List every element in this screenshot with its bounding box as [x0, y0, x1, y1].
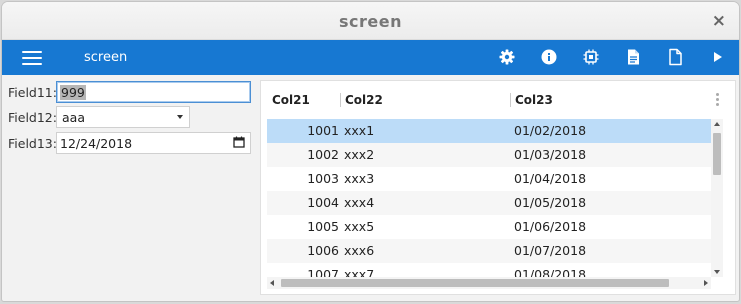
field12-row: Field12: aaa — [8, 106, 190, 128]
table-row[interactable]: 1004 xxx4 01/05/2018 — [267, 191, 711, 215]
table-row[interactable]: 1005 xxx5 01/06/2018 — [267, 215, 711, 239]
field11-row: Field11: 999 — [8, 81, 251, 103]
table-row[interactable]: 1006 xxx6 01/07/2018 — [267, 239, 711, 263]
cell-col21: 1007 — [307, 267, 339, 277]
close-icon[interactable]: × — [712, 11, 726, 31]
cell-col21: 1002 — [307, 147, 339, 162]
field13-value: 12/24/2018 — [60, 135, 133, 151]
field13-label: Field13: — [8, 135, 57, 151]
grid-rows: 1001 xxx1 01/02/2018 1002 xxx2 01/03/201… — [267, 119, 711, 277]
grid-header: Col21 Col22 Col23 — [261, 81, 735, 119]
cell-col22: xxx5 — [344, 219, 375, 234]
field13-date-input[interactable]: 12/24/2018 — [56, 132, 251, 154]
cell-col22: xxx2 — [344, 147, 375, 162]
calendar-icon[interactable] — [233, 136, 245, 151]
window-title: screen — [339, 12, 402, 31]
field11-label: Field11: — [8, 84, 57, 100]
cell-col21: 1004 — [307, 195, 339, 210]
cell-col21: 1005 — [307, 219, 339, 234]
column-header-col23[interactable]: Col23 — [511, 81, 691, 119]
form-panel: Field11: 999 Field12: aaa Field13: 12/24… — [2, 75, 258, 301]
scroll-up-icon[interactable] — [714, 122, 720, 126]
cell-col23: 01/08/2018 — [514, 267, 587, 277]
cell-col22: xxx3 — [344, 171, 375, 186]
cell-col22: xxx4 — [344, 195, 375, 210]
cell-col21: 1006 — [307, 243, 339, 258]
column-menu-icon[interactable] — [716, 93, 719, 108]
settings-icon[interactable] — [498, 48, 516, 66]
field11-input[interactable]: 999 — [56, 81, 251, 103]
toolbar: screen — [2, 40, 739, 75]
horizontal-scrollbar[interactable] — [267, 277, 711, 289]
document-text-icon[interactable] — [624, 48, 642, 66]
table-row[interactable]: 1002 xxx2 01/03/2018 — [267, 143, 711, 167]
scroll-right-icon[interactable] — [704, 280, 708, 286]
document-icon[interactable] — [666, 48, 684, 66]
chip-icon[interactable] — [582, 48, 600, 66]
scroll-left-icon[interactable] — [270, 280, 274, 286]
cell-col22: xxx6 — [344, 243, 375, 258]
cell-col22: xxx1 — [344, 123, 375, 138]
vertical-scroll-thumb[interactable] — [713, 133, 721, 175]
column-header-col22[interactable]: Col22 — [341, 81, 509, 119]
app-window: screen × screen Field11: 999 Field12: aa… — [1, 1, 740, 302]
play-icon[interactable] — [709, 48, 727, 66]
menu-icon[interactable] — [22, 51, 42, 65]
cell-col23: 01/05/2018 — [514, 195, 587, 210]
vertical-scrollbar[interactable] — [711, 119, 723, 277]
cell-col23: 01/04/2018 — [514, 171, 587, 186]
info-icon[interactable] — [540, 48, 558, 66]
field11-value: 999 — [60, 84, 86, 100]
field12-label: Field12: — [8, 109, 57, 125]
cell-col23: 01/07/2018 — [514, 243, 587, 258]
cell-col22: xxx7 — [344, 267, 375, 277]
title-bar: screen × — [2, 2, 739, 40]
cell-col23: 01/06/2018 — [514, 219, 587, 234]
table-row[interactable]: 1003 xxx3 01/04/2018 — [267, 167, 711, 191]
table-row[interactable]: 1001 xxx1 01/02/2018 — [267, 119, 711, 143]
cell-col23: 01/03/2018 — [514, 147, 587, 162]
cell-col21: 1003 — [307, 171, 339, 186]
content-area: Field11: 999 Field12: aaa Field13: 12/24… — [2, 75, 739, 301]
caret-down-icon — [177, 115, 183, 119]
field12-select[interactable]: aaa — [56, 106, 190, 128]
cell-col23: 01/02/2018 — [514, 123, 587, 138]
toolbar-label: screen — [84, 50, 128, 65]
field12-value: aaa — [62, 109, 85, 125]
field13-row: Field13: 12/24/2018 — [8, 132, 251, 154]
cell-col21: 1001 — [307, 123, 339, 138]
horizontal-scroll-thumb[interactable] — [281, 279, 669, 287]
column-header-col21[interactable]: Col21 — [268, 81, 340, 119]
data-grid: Col21 Col22 Col23 1001 xxx1 01/02/2018 1… — [260, 80, 736, 295]
table-row[interactable]: 1007 xxx7 01/08/2018 — [267, 263, 711, 277]
scroll-down-icon[interactable] — [714, 270, 720, 274]
